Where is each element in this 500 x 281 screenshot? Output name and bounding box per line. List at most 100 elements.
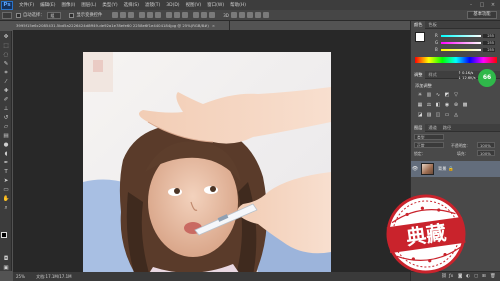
menu-view[interactable]: 视图(V)	[186, 2, 202, 8]
color-swatches[interactable]	[1, 232, 11, 242]
quick-mask-icon[interactable]: ◘	[2, 256, 10, 262]
slider-red[interactable]: R 255	[435, 33, 497, 38]
type-tool-icon[interactable]: T	[2, 169, 10, 175]
close-tab-icon[interactable]: ×	[212, 23, 215, 28]
distribute-bottom-icon[interactable]	[182, 12, 189, 18]
distribute-middle-icon[interactable]	[174, 12, 181, 18]
zoom-tool-icon[interactable]: ⌕	[2, 205, 10, 211]
document-tab[interactable]: 3995f15e6c2085431.5bd5a2226424d8ff49-de9…	[13, 21, 230, 30]
workspace-switcher[interactable]: 基本功能	[467, 11, 497, 19]
curves-icon[interactable]: ∿	[435, 92, 441, 98]
foreground-color-swatch[interactable]	[1, 232, 7, 238]
minimize-icon[interactable]: -	[466, 1, 476, 9]
color-spectrum-bar[interactable]	[415, 57, 497, 63]
canvas-area[interactable]	[13, 30, 410, 281]
healing-brush-tool-icon[interactable]: ✚	[2, 88, 10, 94]
menu-edit[interactable]: 编辑(E)	[40, 2, 55, 8]
3d-rotate-icon[interactable]	[230, 12, 237, 18]
zoom-level[interactable]: 25%	[16, 274, 25, 279]
tab-layers[interactable]: 图层	[411, 123, 426, 132]
new-group-icon[interactable]: ▢	[474, 274, 478, 279]
opacity-input[interactable]: 100%	[477, 142, 495, 148]
fill-input[interactable]: 100%	[477, 150, 495, 156]
menu-layer[interactable]: 图层(L)	[81, 2, 96, 8]
channel-mixer-icon[interactable]: ⊛	[453, 102, 459, 108]
layer-name[interactable]: 背景	[438, 166, 446, 172]
quick-select-tool-icon[interactable]: ✎	[2, 61, 10, 67]
menu-select[interactable]: 选择(S)	[124, 2, 139, 8]
eyedropper-tool-icon[interactable]: ⁄	[2, 79, 10, 85]
delete-layer-icon[interactable]: 🗑	[490, 274, 496, 279]
layer-kind-filter[interactable]: 类型	[414, 134, 444, 140]
gradient-map-icon[interactable]: ▭	[444, 112, 450, 118]
bw-icon[interactable]: ◧	[435, 102, 441, 108]
dodge-tool-icon[interactable]: ◖	[2, 151, 10, 157]
distribute-center-icon[interactable]	[201, 12, 208, 18]
visibility-eye-icon[interactable]: 👁	[411, 166, 419, 172]
3d-pan-icon[interactable]	[246, 12, 253, 18]
menu-window[interactable]: 窗口(W)	[207, 2, 224, 8]
hand-tool-icon[interactable]: ✋	[2, 196, 10, 202]
move-tool-icon[interactable]: ✥	[2, 34, 10, 40]
slider-blue[interactable]: B 255	[435, 47, 497, 52]
balance-icon[interactable]: ⚖	[426, 102, 432, 108]
tab-adjustments[interactable]: 调整	[411, 70, 426, 79]
show-transform-checkbox[interactable]	[69, 12, 75, 18]
crop-tool-icon[interactable]: ⌗	[2, 70, 10, 76]
auto-select-dropdown[interactable]: 组	[47, 11, 62, 19]
lookup-icon[interactable]: ▩	[462, 102, 468, 108]
align-bottom-icon[interactable]	[128, 12, 135, 18]
close-icon[interactable]: ×	[488, 1, 498, 9]
distribute-top-icon[interactable]	[166, 12, 173, 18]
tab-paths[interactable]: 路径	[440, 125, 454, 131]
brightness-icon[interactable]: ☀	[417, 92, 423, 98]
3d-slide-icon[interactable]	[254, 12, 261, 18]
speed-badge[interactable]: 66	[478, 69, 496, 87]
menu-file[interactable]: 文件(F)	[19, 2, 34, 8]
align-right-icon[interactable]	[155, 12, 162, 18]
hue-icon[interactable]: ▦	[417, 102, 423, 108]
maximize-icon[interactable]: □	[477, 1, 487, 9]
auto-select-checkbox[interactable]	[16, 12, 21, 18]
levels-icon[interactable]: ▥	[426, 92, 432, 98]
vibrance-icon[interactable]: ▽	[453, 92, 459, 98]
3d-scale-icon[interactable]	[262, 12, 269, 18]
posterize-icon[interactable]: ▨	[426, 112, 432, 118]
panel-foreground-swatch[interactable]	[415, 32, 425, 42]
invert-icon[interactable]: ◪	[417, 112, 423, 118]
align-left-icon[interactable]	[139, 12, 146, 18]
new-layer-icon[interactable]: ⊞	[482, 274, 486, 279]
marquee-tool-icon[interactable]: ⬚	[2, 43, 10, 49]
distribute-left-icon[interactable]	[193, 12, 200, 18]
menu-help[interactable]: 帮助(H)	[230, 2, 246, 8]
blend-mode-dropdown[interactable]: 正常	[414, 142, 444, 148]
gradient-tool-icon[interactable]: ▤	[2, 133, 10, 139]
eraser-tool-icon[interactable]: ▱	[2, 124, 10, 130]
tab-color[interactable]: 颜色	[411, 20, 426, 29]
layer-row-background[interactable]: 👁 背景 🔒	[411, 161, 500, 177]
shape-tool-icon[interactable]: ▭	[2, 187, 10, 193]
menu-3d[interactable]: 3D(D)	[166, 3, 179, 8]
menu-filter[interactable]: 滤镜(T)	[145, 2, 160, 8]
history-brush-tool-icon[interactable]: ↺	[2, 115, 10, 121]
threshold-icon[interactable]: ◫	[435, 112, 441, 118]
exposure-icon[interactable]: ◩	[444, 92, 450, 98]
selective-color-icon[interactable]: ◬	[453, 112, 459, 118]
path-select-tool-icon[interactable]: ➤	[2, 178, 10, 184]
document-image[interactable]	[83, 52, 331, 281]
slider-green[interactable]: G 255	[435, 40, 497, 45]
tool-preset-picker[interactable]	[2, 11, 12, 19]
distribute-right-icon[interactable]	[209, 12, 216, 18]
tab-swatches[interactable]: 色板	[425, 22, 439, 28]
blur-tool-icon[interactable]: ●	[2, 142, 10, 148]
screen-mode-icon[interactable]: ▣	[2, 265, 10, 271]
tab-channels[interactable]: 通道	[425, 125, 439, 131]
menu-type[interactable]: 类型(Y)	[102, 2, 117, 8]
align-top-icon[interactable]	[112, 12, 119, 18]
lasso-tool-icon[interactable]: ◌	[2, 52, 10, 58]
photo-filter-icon[interactable]: ◉	[444, 102, 450, 108]
align-center-icon[interactable]	[147, 12, 154, 18]
tab-styles[interactable]: 样式	[425, 72, 439, 78]
menu-image[interactable]: 图像(I)	[61, 2, 75, 8]
clone-stamp-tool-icon[interactable]: ⊥	[2, 106, 10, 112]
